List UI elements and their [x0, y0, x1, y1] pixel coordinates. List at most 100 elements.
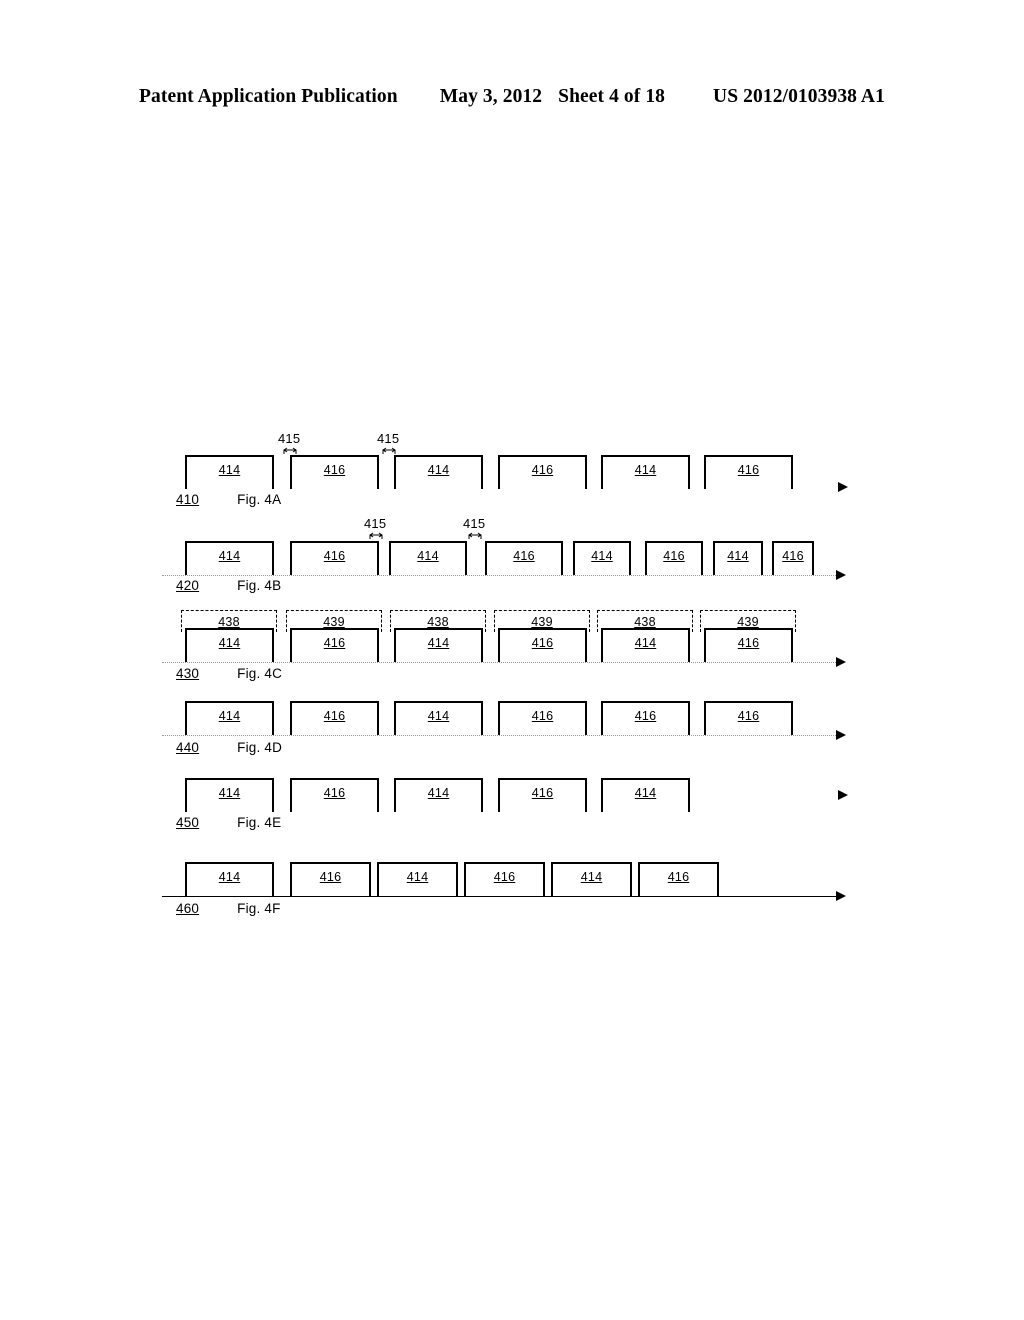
pulse-414: 414	[601, 455, 690, 489]
time-axis-baseline	[162, 575, 836, 576]
time-axis-baseline	[162, 662, 836, 663]
pulse-414: 414	[551, 862, 632, 896]
pulse-414: 414	[185, 628, 274, 662]
patent-drawing-sheet: 414 416 414 416 414 416 415 415 410 Fig. 4A 414 416…	[0, 0, 1024, 1320]
pulse-label: 414	[406, 870, 429, 884]
figure-caption: 440 Fig. 4D	[176, 740, 282, 755]
pulse-414: 414	[394, 455, 483, 489]
pulse-416: 416	[290, 455, 379, 489]
figure-caption: 450 Fig. 4E	[176, 815, 281, 830]
pulse-label: 414	[417, 549, 439, 563]
pulse-414: 414	[601, 628, 690, 662]
pulse-416: 416	[704, 701, 793, 735]
time-axis-arrow-icon	[836, 730, 846, 740]
pulse-label: 416	[737, 709, 760, 723]
figure-caption: 410 Fig. 4A	[176, 492, 281, 507]
pulse-414: 414	[185, 778, 274, 812]
callout-leader-line	[382, 446, 396, 455]
pulse-416: 416	[464, 862, 545, 896]
pulse-label: 416	[531, 463, 554, 477]
pulse-416: 416	[290, 628, 379, 662]
callout-leader-line	[283, 446, 297, 455]
pulse-414: 414	[185, 455, 274, 489]
pulse-label: 416	[323, 786, 346, 800]
pulse-414: 414	[713, 541, 763, 575]
pulse-label: 414	[580, 870, 603, 884]
figure-caption: 420 Fig. 4B	[176, 578, 281, 593]
pulse-label: 416	[323, 463, 346, 477]
pulse-416: 416	[498, 628, 587, 662]
pulse-label: 416	[531, 709, 554, 723]
pulse-414: 414	[394, 628, 483, 662]
callout-415: 415	[377, 431, 400, 454]
callout-415: 415	[364, 516, 387, 539]
pulse-label: 414	[218, 636, 241, 650]
pulse-416: 416	[485, 541, 563, 575]
pulse-label: 414	[427, 463, 450, 477]
pulse-416: 416	[638, 862, 719, 896]
pulse-416: 416	[704, 455, 793, 489]
pulse-416: 416	[290, 862, 371, 896]
figure-name: Fig. 4E	[237, 815, 282, 830]
figure-reference-number: 420	[176, 578, 200, 593]
pulse-label: 414	[427, 786, 450, 800]
figure-reference-number: 460	[176, 901, 200, 916]
pulse-label: 414	[591, 549, 613, 563]
pulse-416: 416	[290, 541, 379, 575]
figure-reference-number: 450	[176, 815, 200, 830]
figure-reference-number: 410	[176, 492, 200, 507]
figure-name: Fig. 4D	[237, 740, 283, 755]
figure-reference-number: 430	[176, 666, 200, 681]
figure-caption: 430 Fig. 4C	[176, 666, 282, 681]
pulse-416: 416	[601, 701, 690, 735]
figure-name: Fig. 4F	[237, 901, 281, 916]
pulse-416: 416	[704, 628, 793, 662]
time-axis-baseline	[162, 735, 836, 736]
pulse-label: 416	[323, 549, 346, 563]
pulse-label: 414	[727, 549, 749, 563]
time-axis-arrow-icon	[838, 482, 848, 492]
pulse-label: 416	[493, 870, 516, 884]
pulse-label: 416	[531, 786, 554, 800]
pulse-label: 414	[634, 463, 657, 477]
time-axis-arrow-icon	[838, 790, 848, 800]
callout-label: 415	[377, 431, 400, 446]
pulse-416: 416	[498, 455, 587, 489]
pulse-416: 416	[290, 701, 379, 735]
pulse-label: 416	[319, 870, 342, 884]
time-axis-arrow-icon	[836, 570, 846, 580]
pulse-label: 414	[218, 786, 241, 800]
pulse-414: 414	[185, 541, 274, 575]
pulse-label: 416	[323, 636, 346, 650]
pulse-label: 414	[218, 463, 241, 477]
pulse-label: 414	[634, 636, 657, 650]
pulse-label: 414	[218, 870, 241, 884]
pulse-414: 414	[185, 862, 274, 896]
figure-name: Fig. 4A	[237, 492, 282, 507]
pulse-label: 416	[782, 549, 804, 563]
callout-label: 415	[364, 516, 387, 531]
pulse-416: 416	[498, 778, 587, 812]
pulse-label: 414	[427, 709, 450, 723]
pulse-416: 416	[772, 541, 814, 575]
pulse-414: 414	[601, 778, 690, 812]
time-axis-arrow-icon	[836, 891, 846, 901]
pulse-label: 416	[667, 870, 690, 884]
pulse-label: 416	[737, 463, 760, 477]
pulse-label: 416	[737, 636, 760, 650]
callout-415: 415	[278, 431, 301, 454]
pulse-414: 414	[377, 862, 458, 896]
pulse-label: 416	[531, 636, 554, 650]
figure-caption: 460 Fig. 4F	[176, 901, 281, 916]
pulse-label: 414	[218, 709, 241, 723]
pulse-414: 414	[573, 541, 631, 575]
pulse-414: 414	[389, 541, 467, 575]
pulse-label: 416	[634, 709, 657, 723]
time-axis-arrow-icon	[836, 657, 846, 667]
figure-name: Fig. 4C	[237, 666, 283, 681]
callout-leader-line	[369, 531, 383, 540]
pulse-label: 416	[323, 709, 346, 723]
callout-label: 415	[278, 431, 301, 446]
pulse-414: 414	[185, 701, 274, 735]
pulse-414: 414	[394, 778, 483, 812]
